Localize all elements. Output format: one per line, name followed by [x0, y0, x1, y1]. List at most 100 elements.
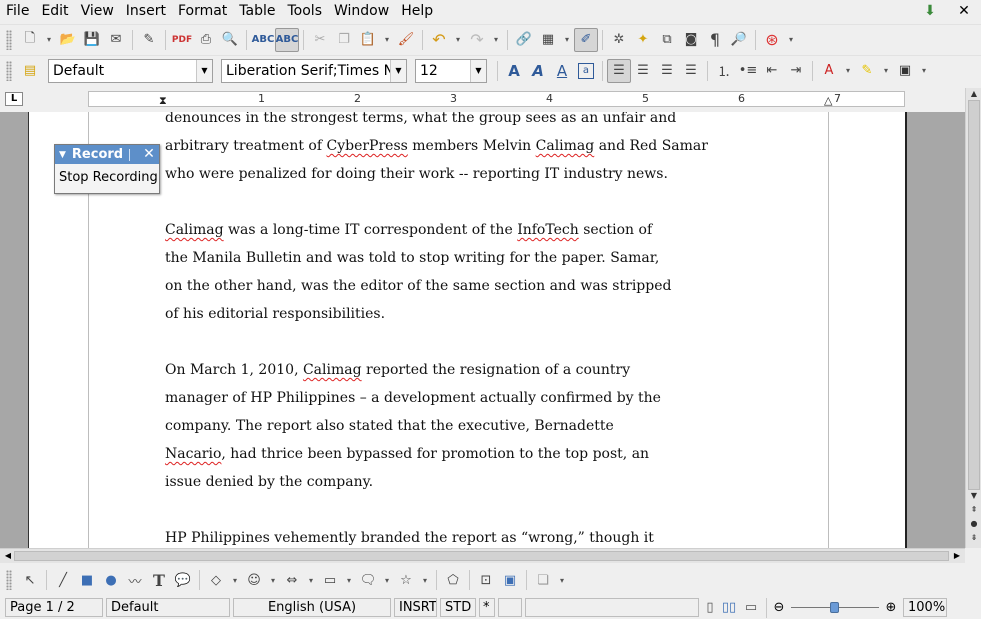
background-color-icon[interactable]: ▣ — [893, 59, 917, 83]
bullets-icon[interactable]: •≡ — [736, 59, 760, 83]
collapse-icon[interactable]: ▼ — [59, 150, 66, 160]
menu-tools[interactable]: Tools — [282, 0, 329, 22]
vertical-scroll-thumb[interactable] — [968, 100, 980, 490]
underline-icon[interactable]: A — [550, 59, 574, 83]
menu-table[interactable]: Table — [233, 0, 281, 22]
horizontal-ruler[interactable]: ⧗ 1 2 3 4 5 6 7 △ — [88, 91, 905, 107]
close-document-icon[interactable]: ✕ — [947, 3, 981, 19]
text-line[interactable]: arbitrary treatment of CyberPress member… — [165, 132, 825, 160]
navigation-icon[interactable]: ● — [966, 518, 981, 530]
stars-icon[interactable]: ☆ — [394, 568, 418, 592]
symbol-shapes-icon[interactable]: ☺ — [242, 568, 266, 592]
font-size-combo[interactable]: 12 ▼ — [415, 58, 487, 83]
table-dropdown-icon[interactable]: ▾ — [560, 28, 574, 52]
new-dropdown-icon[interactable]: ▾ — [42, 28, 56, 52]
stop-recording-button[interactable]: Stop Recording — [56, 167, 158, 189]
points-icon[interactable]: ⬠ — [441, 568, 465, 592]
scroll-left-icon[interactable]: ◀ — [2, 549, 14, 563]
text-icon[interactable]: T — [147, 568, 171, 592]
zoom-out-icon[interactable]: ⊖ — [771, 600, 787, 615]
blank-line[interactable] — [165, 328, 825, 356]
font-color-icon[interactable]: A — [817, 59, 841, 83]
basic-shapes-icon[interactable]: ◇ — [204, 568, 228, 592]
database-icon[interactable]: ◙ — [679, 28, 703, 52]
background-color-dropdown-icon[interactable]: ▾ — [917, 59, 931, 83]
horizontal-scrollbar[interactable]: ◀ ▶ — [0, 548, 965, 563]
chevron-down-icon[interactable]: ▼ — [390, 59, 406, 82]
increase-indent-icon[interactable]: ⇥ — [784, 59, 808, 83]
decrease-indent-icon[interactable]: ⇤ — [760, 59, 784, 83]
data-sources-icon[interactable]: ⧉ — [655, 28, 679, 52]
clone-format-icon[interactable]: 🖌 — [394, 28, 418, 52]
callouts-dropdown-icon[interactable]: ▾ — [380, 568, 394, 592]
previous-page-icon[interactable]: ⇞ — [966, 504, 981, 516]
digital-signature-indicator[interactable] — [498, 598, 522, 617]
basic-shapes-dropdown-icon[interactable]: ▾ — [228, 568, 242, 592]
page-indicator[interactable]: Page 1 / 2 — [5, 598, 103, 617]
vertical-scrollbar[interactable]: ▲ ▼ ⇞ ● ⇟ — [965, 88, 981, 548]
text-line[interactable]: Nacario, had thrice been bypassed for pr… — [165, 440, 825, 468]
page-style[interactable]: Default — [106, 598, 230, 617]
email-icon[interactable]: ✉ — [104, 28, 128, 52]
align-right-icon[interactable]: ☰ — [655, 59, 679, 83]
chevron-down-icon[interactable]: ▼ — [470, 59, 486, 82]
toolbar-grip[interactable] — [6, 570, 12, 590]
text-line[interactable]: company. The report also stated that the… — [165, 412, 825, 440]
close-icon[interactable]: ✕ — [141, 146, 157, 162]
scroll-right-icon[interactable]: ▶ — [951, 549, 963, 563]
autospell-icon[interactable]: ABC — [275, 27, 299, 52]
align-center-icon[interactable]: ☰ — [631, 59, 655, 83]
text-line[interactable]: Calimag was a long-time IT correspondent… — [165, 216, 825, 244]
bold-icon[interactable]: A — [502, 59, 526, 83]
blank-line[interactable] — [165, 188, 825, 216]
text-line[interactable]: who were penalized for doing their work … — [165, 160, 825, 188]
numbering-icon[interactable]: ⒈ — [712, 59, 736, 83]
menu-file[interactable]: File — [0, 0, 35, 22]
font-name-combo[interactable]: Liberation Serif;Times New Roman ▼ — [221, 58, 407, 83]
text-line[interactable]: on the other hand, was the editor of the… — [165, 272, 825, 300]
print-preview-icon[interactable]: 🔍 — [218, 28, 242, 52]
right-indent-marker[interactable]: △ — [824, 94, 832, 107]
show-draw-icon[interactable]: ✐ — [574, 27, 598, 52]
download-icon[interactable]: ⬇ — [913, 3, 947, 19]
copy-icon[interactable]: ❐ — [332, 28, 356, 52]
pdf-icon[interactable]: PDF — [170, 28, 194, 52]
shadow-icon[interactable]: a — [578, 62, 594, 79]
line-icon[interactable]: ╱ — [51, 568, 75, 592]
redo-icon[interactable]: ↷ — [465, 28, 489, 52]
edit-file-icon[interactable]: ✎ — [137, 28, 161, 52]
left-indent-marker[interactable]: ⧗ — [159, 94, 167, 108]
text-line[interactable]: issue denied by the company. — [165, 468, 825, 496]
save-icon[interactable]: 💾 — [80, 28, 104, 52]
text-line[interactable]: of his editorial responsibilities. — [165, 300, 825, 328]
zoom-slider[interactable] — [787, 598, 883, 617]
gallery-icon[interactable]: ✦ — [631, 28, 655, 52]
undo-dropdown-icon[interactable]: ▾ — [451, 28, 465, 52]
nonprinting-icon[interactable]: ¶ — [703, 28, 727, 52]
paste-dropdown-icon[interactable]: ▾ — [380, 28, 394, 52]
flowchart-dropdown-icon[interactable]: ▾ — [342, 568, 356, 592]
select-icon[interactable]: ↖ — [18, 568, 42, 592]
hyperlink-icon[interactable]: 🔗 — [512, 28, 536, 52]
stars-dropdown-icon[interactable]: ▾ — [418, 568, 432, 592]
menu-view[interactable]: View — [75, 0, 120, 22]
italic-icon[interactable]: A — [526, 59, 550, 83]
single-page-view-icon[interactable]: ▯ — [702, 600, 718, 615]
paste-icon[interactable]: 📋 — [356, 28, 380, 52]
align-left-icon[interactable]: ☰ — [607, 58, 631, 83]
zoom-icon[interactable]: 🔎 — [727, 28, 751, 52]
cut-icon[interactable]: ✂ — [308, 28, 332, 52]
zoom-level[interactable]: 100% — [903, 598, 947, 617]
next-page-icon[interactable]: ⇟ — [966, 532, 981, 544]
help-icon[interactable]: ⊛ — [760, 28, 784, 52]
menu-format[interactable]: Format — [172, 0, 233, 22]
from-file-icon[interactable]: ▣ — [498, 568, 522, 592]
highlight-dropdown-icon[interactable]: ▾ — [879, 59, 893, 83]
book-view-icon[interactable]: ▭ — [740, 600, 762, 615]
new-icon[interactable]: 🗋 — [18, 28, 42, 52]
text-line[interactable]: On March 1, 2010, Calimag reported the r… — [165, 356, 825, 384]
rectangle-icon[interactable]: ■ — [75, 568, 99, 592]
toolbar-grip[interactable] — [6, 29, 12, 50]
blank-line[interactable] — [165, 496, 825, 524]
table-icon[interactable]: ▦ — [536, 28, 560, 52]
